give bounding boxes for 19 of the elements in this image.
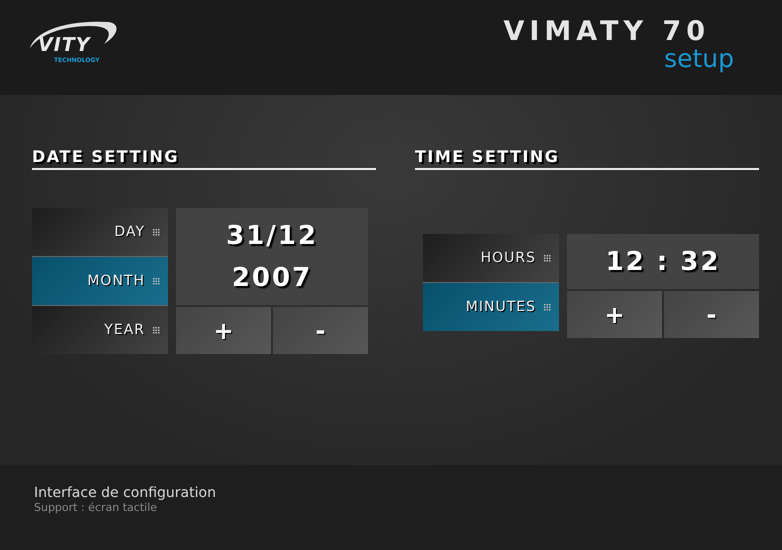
section-title: DATE SETTING: [32, 147, 376, 170]
value-text: 2007: [232, 262, 312, 294]
footer-subtitle: Support : écran tactile: [34, 501, 158, 514]
decrement-button[interactable]: -: [273, 307, 368, 354]
decrement-button[interactable]: -: [664, 291, 759, 338]
product-subtitle: setup: [664, 48, 734, 70]
increment-button[interactable]: +: [567, 291, 662, 338]
product-title: VIMATY 70: [503, 16, 710, 48]
footer-title: Interface de configuration: [34, 485, 217, 501]
value-text: 12 : 32: [606, 246, 720, 278]
increment-button[interactable]: +: [176, 307, 271, 354]
field-selector[interactable]: MINUTES: [423, 283, 559, 331]
field-selector[interactable]: MONTH: [32, 257, 168, 305]
field-selector[interactable]: DAY: [32, 208, 168, 256]
section-title: TIME SETTING: [415, 147, 759, 170]
field-selector[interactable]: YEAR: [32, 306, 168, 354]
field-selector[interactable]: HOURS: [423, 234, 559, 282]
value-text: 31/12: [226, 220, 318, 252]
logo-text: VITY: [38, 34, 90, 56]
